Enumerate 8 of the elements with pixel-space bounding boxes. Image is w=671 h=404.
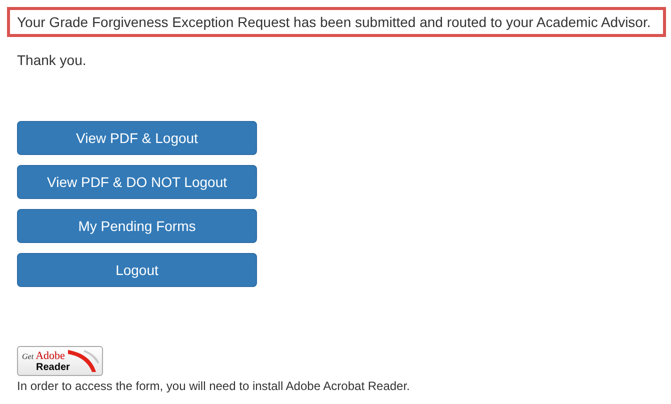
submission-notice: Your Grade Forgiveness Exception Request has been submitted and routed to your Academic Advisor. <box>7 7 666 37</box>
thank-you-text: Thank you. <box>17 51 88 69</box>
get-reader-link[interactable]: Get Adobe Reader <box>17 346 103 376</box>
action-button[interactable]: View PDF & Logout <box>17 121 257 155</box>
reader-note: In order to access the form, you will need to install Adobe Acrobat Reader. <box>17 379 411 393</box>
action-button[interactable]: View PDF & DO NOT Logout <box>17 165 257 199</box>
action-button[interactable]: My Pending Forms <box>17 209 257 243</box>
action-button[interactable]: Logout <box>17 253 257 287</box>
